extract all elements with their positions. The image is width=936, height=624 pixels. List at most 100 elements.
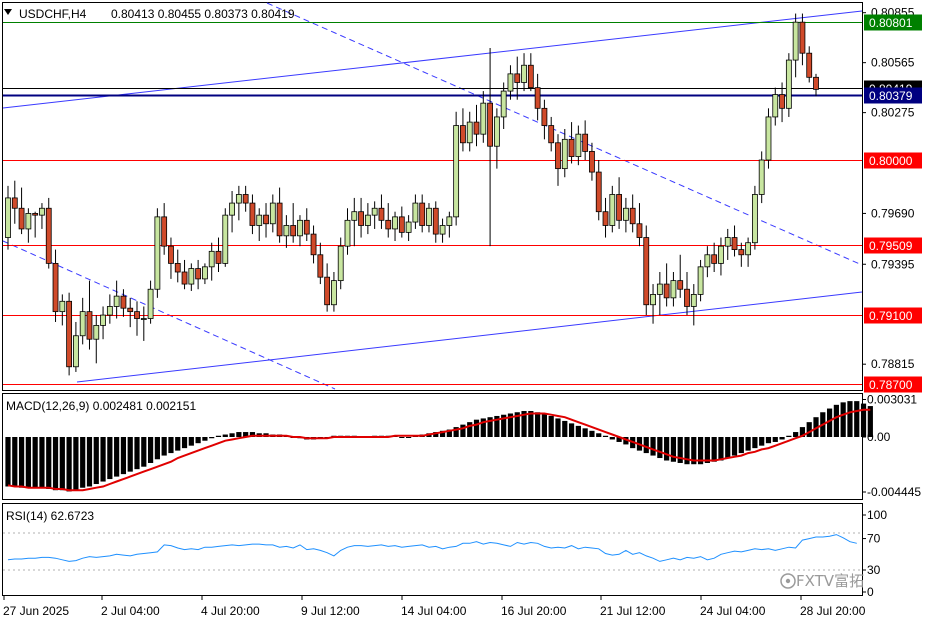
candle xyxy=(752,185,758,250)
symbol-header: USDCHF,H4 0.80413 0.80455 0.80373 0.8041… xyxy=(4,7,295,21)
macd-bar xyxy=(555,418,561,437)
macd-bar xyxy=(568,423,575,437)
ohlc-values: 0.80413 0.80455 0.80373 0.80419 xyxy=(111,7,295,21)
macd-bar xyxy=(39,437,45,488)
macd-bar xyxy=(664,437,670,461)
macd-bar xyxy=(609,437,615,440)
macd-bar xyxy=(602,435,609,437)
macd-bar xyxy=(725,437,731,459)
macd-bar xyxy=(222,434,228,437)
macd-bar xyxy=(589,430,595,437)
macd-bar xyxy=(596,433,602,437)
macd-bar xyxy=(575,425,581,437)
macd-bar xyxy=(650,437,656,456)
rsi-tick-label: 100 xyxy=(867,508,887,522)
macd-bar xyxy=(66,437,72,492)
level-tag-label: 0.78700 xyxy=(869,378,913,392)
macd-bar xyxy=(793,432,799,437)
level-tag-label: 0.80801 xyxy=(869,16,913,30)
macd-bar xyxy=(657,437,663,459)
macd-bar xyxy=(738,437,744,454)
macd-bar xyxy=(80,437,86,488)
level-tag-label: 0.80000 xyxy=(869,154,913,168)
time-axis: 27 Jun 2025 2 Jul 04:00 4 Jul 20:00 9 Jul 1… xyxy=(3,596,866,618)
time-tick-label: 14 Jul 04:00 xyxy=(401,604,467,618)
macd-bar xyxy=(5,437,11,487)
rsi-pane[interactable] xyxy=(2,503,863,596)
price-tick-label: 0.78815 xyxy=(871,357,915,371)
macd-bar xyxy=(467,422,473,437)
macd-bar xyxy=(860,403,867,437)
macd-bar xyxy=(582,428,588,437)
macd-bar xyxy=(759,437,765,446)
macd-bar xyxy=(765,437,772,444)
macd-bar xyxy=(59,437,65,491)
macd-bar xyxy=(406,437,412,438)
time-tick-label: 24 Jul 04:00 xyxy=(700,604,766,618)
macd-bar xyxy=(141,437,147,467)
candle xyxy=(222,208,229,267)
candle xyxy=(785,53,792,117)
macd-bar xyxy=(147,437,154,463)
macd-bar xyxy=(847,401,853,437)
rsi-tick-label: 70 xyxy=(867,532,881,546)
time-tick-label: 9 Jul 12:00 xyxy=(301,604,360,618)
macd-bar xyxy=(399,437,405,438)
macd-bar xyxy=(528,411,534,437)
macd-bar xyxy=(114,437,120,477)
price-tick-label: 0.80275 xyxy=(871,106,915,120)
macd-bar xyxy=(704,437,710,463)
time-tick-label: 2 Jul 04:00 xyxy=(101,604,160,618)
macd-bar xyxy=(473,419,480,437)
price-tick-label: 0.80565 xyxy=(871,56,915,70)
macd-bar xyxy=(562,420,568,437)
macd-bar xyxy=(806,422,812,437)
macd-bar xyxy=(100,437,106,482)
macd-bar xyxy=(127,437,133,472)
macd-bar xyxy=(188,437,194,446)
macd-bar xyxy=(168,437,174,454)
time-tick-label: 4 Jul 20:00 xyxy=(201,604,260,618)
macd-bar xyxy=(752,437,758,449)
candle xyxy=(45,197,52,269)
rsi-tick-label: 30 xyxy=(867,563,881,577)
macd-tick-label: 0.00 xyxy=(867,430,891,444)
price-pane[interactable] xyxy=(2,2,863,391)
level-tag-label: 0.80379 xyxy=(869,89,913,103)
macd-bar xyxy=(46,437,52,489)
macd-bar xyxy=(854,401,860,437)
macd-bar xyxy=(32,437,38,488)
price-tick-label: 0.79690 xyxy=(871,206,915,220)
macd-tick-label: 0.003031 xyxy=(867,392,917,406)
macd-bar xyxy=(195,437,201,444)
macd-bar xyxy=(718,437,724,461)
macd-bar xyxy=(643,437,649,454)
macd-bar xyxy=(215,435,222,437)
macd-bar xyxy=(175,437,181,451)
macd-bar xyxy=(772,437,778,442)
time-tick-label: 21 Jul 12:00 xyxy=(600,604,666,618)
symbol-timeframe: USDCHF,H4 xyxy=(19,7,87,21)
level-price-tags: 0.808010.804190.803790.800000.795090.791… xyxy=(864,14,922,393)
macd-bar xyxy=(541,413,548,437)
macd-bar xyxy=(161,437,167,456)
macd-bar xyxy=(779,437,785,440)
time-tick-label: 27 Jun 2025 xyxy=(3,604,69,618)
macd-bar xyxy=(73,437,79,491)
macd-bar xyxy=(107,437,113,480)
macd-bar xyxy=(202,437,208,441)
trading-chart[interactable]: 0.808550.805650.802750.796900.793950.788… xyxy=(0,0,936,624)
candle xyxy=(643,225,650,316)
macd-bar xyxy=(833,404,839,437)
candle xyxy=(453,111,460,226)
macd-bar xyxy=(731,437,738,456)
macd-bar xyxy=(181,437,188,449)
level-tag-label: 0.79100 xyxy=(869,309,913,323)
macd-bar xyxy=(25,437,31,488)
macd-bar xyxy=(18,437,25,488)
time-tick-label: 16 Jul 20:00 xyxy=(501,604,567,618)
macd-title: MACD(12,26,9) 0.002481 0.002151 xyxy=(6,399,196,413)
macd-bar xyxy=(154,437,160,460)
watermark-text: FXTV富拓 xyxy=(796,572,864,590)
macd-bar xyxy=(460,424,466,437)
